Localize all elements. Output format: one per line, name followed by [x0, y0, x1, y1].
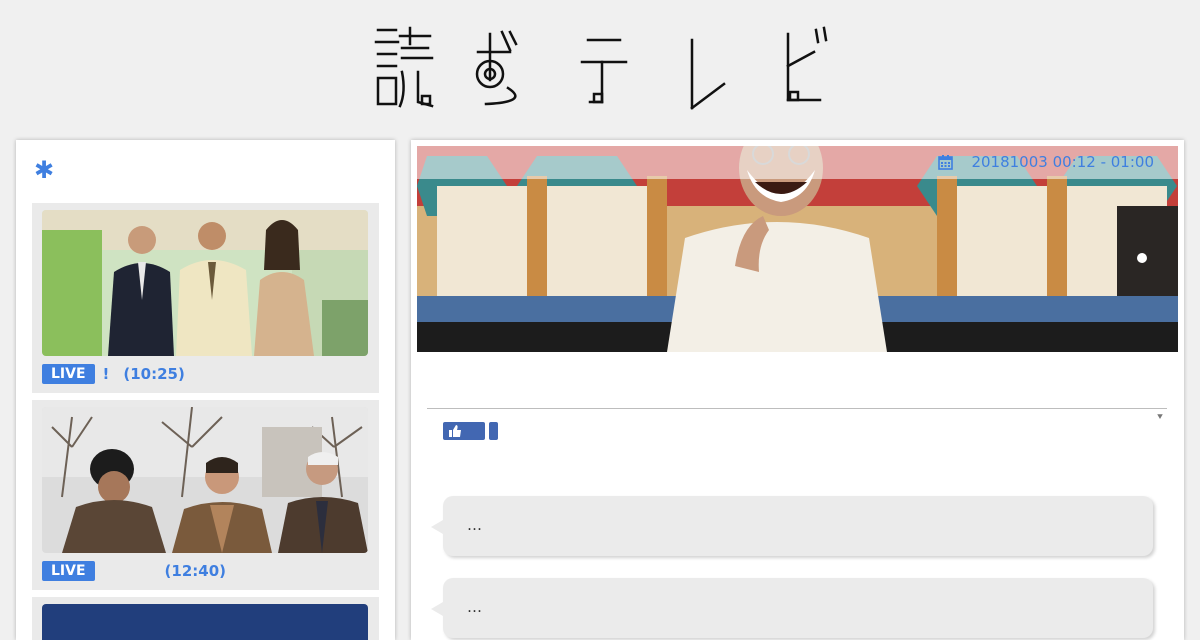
program-meta: LIVE ! (10:25) — [42, 363, 185, 385]
program-title[interactable]: ! — [103, 365, 110, 383]
program-card[interactable]: LIVE (12:40) — [32, 400, 379, 590]
program-hero-image: 20181003 00:12 - 01:00 — [417, 146, 1178, 352]
live-badge: LIVE — [42, 561, 95, 581]
asterisk-icon: ✱ — [34, 156, 55, 184]
calendar-icon — [938, 154, 954, 170]
program-thumbnail[interactable] — [42, 407, 368, 553]
comment-bubble: … — [431, 496, 1153, 556]
comment-bubble: … — [431, 578, 1153, 638]
program-sidebar: ✱ LIVE ! (10:25) LIVE (12:40) — [16, 140, 395, 640]
facebook-like-count — [489, 422, 498, 440]
program-card[interactable] — [32, 597, 379, 640]
program-card[interactable]: LIVE ! (10:25) — [32, 203, 379, 393]
program-meta: LIVE (12:40) — [42, 560, 226, 582]
site-logo-graphic — [374, 26, 828, 110]
program-time: (12:40) — [164, 562, 226, 580]
site-logo[interactable] — [370, 22, 840, 112]
chevron-down-icon[interactable]: ⯆ — [1156, 412, 1164, 423]
program-time: (10:25) — [123, 365, 185, 383]
comment-text: … — [467, 516, 482, 534]
program-thumbnail[interactable] — [42, 210, 368, 356]
comment-text: … — [467, 598, 482, 616]
airtime-text: 20181003 00:12 - 01:00 — [971, 153, 1154, 171]
program-detail-panel: 20181003 00:12 - 01:00 ⯆ … … — [411, 140, 1184, 640]
thumbs-up-icon — [449, 425, 461, 437]
live-badge: LIVE — [42, 364, 95, 384]
facebook-like-button[interactable] — [443, 422, 485, 440]
airtime-info: 20181003 00:12 - 01:00 — [938, 153, 1154, 171]
section-divider — [427, 408, 1167, 409]
program-thumbnail[interactable] — [42, 604, 368, 640]
